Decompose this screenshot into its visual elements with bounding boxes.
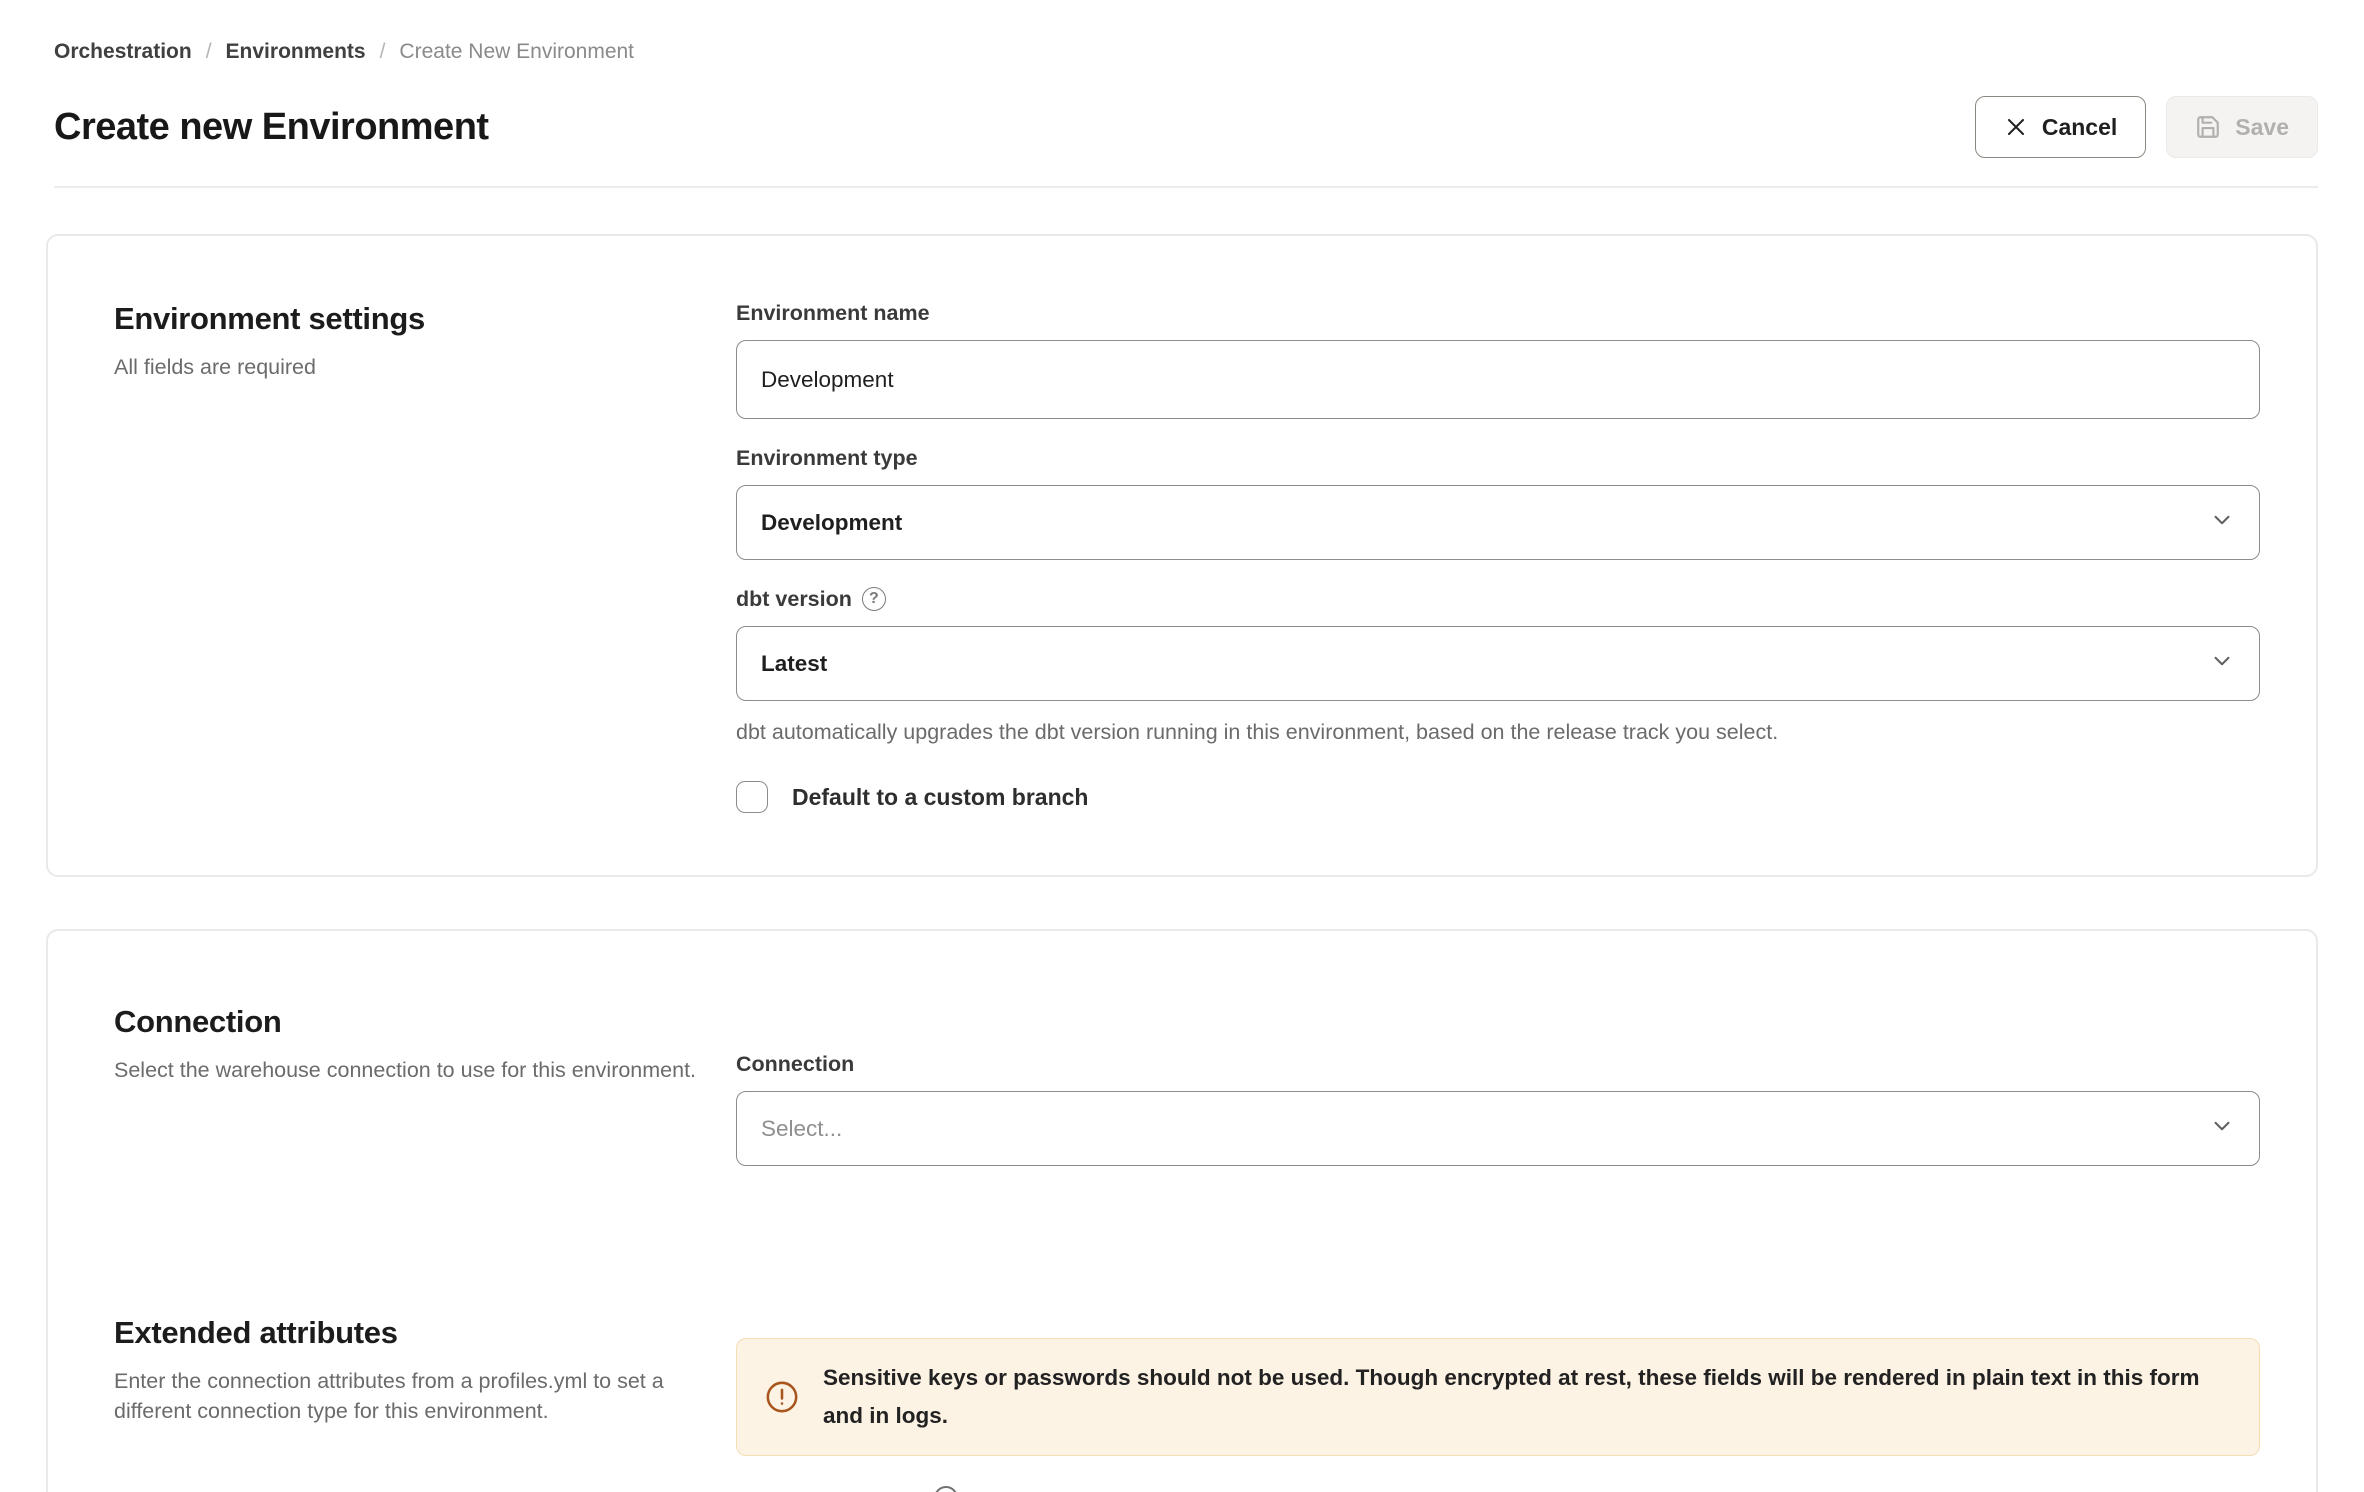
save-button-label: Save	[2235, 114, 2289, 141]
alert-circle-icon	[765, 1380, 799, 1414]
dbt-version-helper-text: dbt automatically upgrades the dbt versi…	[736, 719, 2260, 745]
environment-settings-card: Environment settings All fields are requ…	[46, 234, 2318, 877]
cancel-button[interactable]: Cancel	[1975, 96, 2146, 158]
dbt-version-label: dbt version	[736, 586, 852, 612]
breadcrumb-separator: /	[206, 40, 212, 64]
custom-branch-row: Default to a custom branch	[736, 781, 2260, 813]
page-header: Orchestration / Environments / Create Ne…	[0, 0, 2364, 188]
connection-card: Connection Select the warehouse connecti…	[46, 929, 2318, 1492]
dbt-version-value: Latest	[761, 651, 827, 677]
environment-type-label: Environment type	[736, 445, 2260, 471]
connection-description: Select the warehouse connection to use f…	[114, 1055, 699, 1085]
dbt-version-label-row: dbt version ?	[736, 586, 2260, 612]
connection-field-label: Connection	[736, 1051, 2260, 1077]
breadcrumb-current: Create New Environment	[399, 40, 634, 64]
environment-settings-heading: Environment settings	[114, 300, 736, 338]
sensitive-keys-warning: Sensitive keys or passwords should not b…	[736, 1338, 2260, 1456]
breadcrumb-separator: /	[380, 40, 386, 64]
custom-branch-label[interactable]: Default to a custom branch	[792, 784, 1088, 811]
header-actions: Cancel Save	[1975, 96, 2318, 158]
extended-attributes-description: Enter the connection attributes from a p…	[114, 1366, 699, 1426]
breadcrumb: Orchestration / Environments / Create Ne…	[54, 40, 2318, 64]
environment-type-value: Development	[761, 510, 902, 536]
breadcrumb-orchestration[interactable]: Orchestration	[54, 40, 192, 64]
breadcrumb-environments[interactable]: Environments	[226, 40, 366, 64]
chevron-down-icon	[2209, 1113, 2235, 1144]
page-title: Create new Environment	[54, 106, 489, 149]
environment-type-select[interactable]: Development	[736, 485, 2260, 560]
form-content: Environment settings All fields are requ…	[0, 234, 2364, 1492]
dbt-version-select[interactable]: Latest	[736, 626, 2260, 701]
close-icon	[2004, 115, 2028, 139]
custom-branch-checkbox[interactable]	[736, 781, 768, 813]
warning-text: Sensitive keys or passwords should not b…	[823, 1359, 2223, 1435]
create-environment-page: Orchestration / Environments / Create Ne…	[0, 0, 2364, 1492]
save-button[interactable]: Save	[2166, 96, 2318, 158]
environment-name-label: Environment name	[736, 300, 2260, 326]
extended-attributes-heading: Extended attributes	[114, 1314, 736, 1352]
environment-name-input[interactable]	[736, 340, 2260, 419]
chevron-down-icon	[2209, 648, 2235, 679]
cancel-button-label: Cancel	[2042, 114, 2117, 141]
connection-placeholder: Select...	[761, 1116, 842, 1142]
environment-settings-subheading: All fields are required	[114, 352, 699, 382]
chevron-down-icon	[2209, 507, 2235, 538]
question-circle-icon[interactable]: ?	[862, 587, 886, 611]
connection-select[interactable]: Select...	[736, 1091, 2260, 1166]
connection-heading: Connection	[114, 1003, 736, 1041]
save-icon	[2195, 114, 2221, 140]
header-divider	[54, 186, 2318, 188]
